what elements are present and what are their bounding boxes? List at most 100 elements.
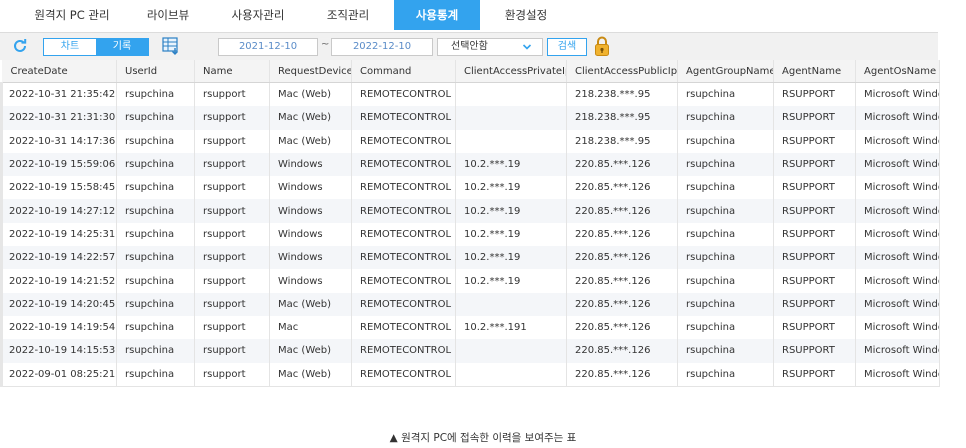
table-cell: REMOTECONTROL bbox=[351, 106, 456, 130]
table-cell: rsupchina bbox=[116, 82, 195, 107]
table-cell: rsupchina bbox=[677, 199, 774, 223]
lock-icon bbox=[595, 36, 609, 56]
view-toggle: 차트 기록 bbox=[43, 38, 149, 56]
table-cell: 220.85.***.126 bbox=[566, 199, 678, 223]
table-cell: REMOTECONTROL bbox=[351, 199, 456, 223]
table-row[interactable]: 2022-10-19 14:21:52 rsupchina rsupport Wind… bbox=[0, 269, 940, 293]
table-cell: rsupchina bbox=[116, 129, 195, 153]
table-cell: Windows bbox=[269, 152, 352, 177]
table-cell: rsupport bbox=[194, 106, 270, 130]
filter-select-value: 선택안함 bbox=[451, 41, 488, 52]
table-cell: REMOTECONTROL bbox=[351, 362, 456, 387]
table-row[interactable]: 2022-10-19 14:27:12 rsupchina rsupport Wind… bbox=[0, 199, 940, 223]
table-cell: RSUPPORT bbox=[773, 129, 856, 153]
table-row[interactable]: 2022-10-19 15:58:45 rsupchina rsupport Wind… bbox=[0, 176, 940, 200]
table-row[interactable]: 2022-10-19 14:15:53 rsupchina rsupport Mac … bbox=[0, 339, 940, 363]
table-cell: RSUPPORT bbox=[773, 315, 856, 340]
table-cell: 2022-10-19 14:15:53 bbox=[0, 339, 117, 363]
column-header[interactable]: AgentName bbox=[773, 60, 856, 83]
history-table: CreateDate UserId Name RequestDevice Com… bbox=[0, 60, 940, 387]
table-cell: Windows bbox=[269, 269, 352, 293]
table-cell: rsupchina bbox=[677, 315, 774, 340]
table-cell: rsupchina bbox=[116, 106, 195, 130]
tab-organization[interactable]: 조직관리 bbox=[308, 0, 388, 30]
table-cell: 220.85.***.126 bbox=[566, 152, 678, 177]
table-cell: 2022-10-19 15:59:06 bbox=[0, 152, 117, 177]
table-cell bbox=[455, 129, 567, 153]
table-row[interactable]: 2022-10-19 15:59:06 rsupchina rsupport Wind… bbox=[0, 152, 940, 177]
chart-toggle-button[interactable]: 차트 bbox=[44, 39, 96, 55]
tab-users[interactable]: 사용자관리 bbox=[218, 0, 298, 30]
date-to-input[interactable]: 2022-12-10 bbox=[331, 38, 433, 56]
export-button[interactable] bbox=[160, 36, 182, 56]
date-from-input[interactable]: 2021-12-10 bbox=[218, 38, 318, 56]
table-cell bbox=[455, 339, 567, 363]
search-button[interactable]: 검색 bbox=[547, 38, 587, 56]
table-cell: rsupport bbox=[194, 246, 270, 270]
table-cell: 10.2.***.19 bbox=[455, 269, 567, 293]
table-cell: REMOTECONTROL bbox=[351, 222, 456, 247]
table-row[interactable]: 2022-10-31 14:17:36 rsupchina rsupport Mac … bbox=[0, 129, 940, 153]
table-row[interactable]: 2022-10-19 14:22:57 rsupchina rsupport Wind… bbox=[0, 246, 940, 270]
table-row[interactable]: 2022-10-31 21:35:42 rsupchina rsupport Mac … bbox=[0, 82, 940, 107]
tab-remote-pc[interactable]: 원격지 PC 관리 bbox=[28, 0, 116, 30]
table-cell: rsupport bbox=[194, 82, 270, 107]
column-header[interactable]: ClientAccessPublicIp bbox=[566, 60, 678, 83]
tab-usage-stats[interactable]: 사용통계 bbox=[394, 0, 480, 30]
column-header[interactable]: CreateDate bbox=[1, 60, 117, 83]
table-cell: rsupport bbox=[194, 362, 270, 387]
filter-select[interactable]: 선택안함 bbox=[437, 38, 543, 56]
table-cell: 218.238.***.95 bbox=[566, 82, 678, 107]
table-cell: Mac (Web) bbox=[269, 362, 352, 387]
table-cell: Microsoft Windo bbox=[855, 152, 940, 177]
history-toggle-button[interactable]: 기록 bbox=[96, 39, 148, 55]
table-cell: Windows bbox=[269, 222, 352, 247]
table-cell bbox=[455, 106, 567, 130]
table-cell: RSUPPORT bbox=[773, 362, 856, 387]
table-row[interactable]: 2022-10-19 14:20:45 rsupchina rsupport Mac … bbox=[0, 292, 940, 316]
table-cell: 2022-10-19 14:25:31 bbox=[0, 222, 117, 247]
table-row[interactable]: 2022-10-19 14:25:31 rsupchina rsupport Wind… bbox=[0, 222, 940, 247]
top-nav: 원격지 PC 관리 라이브뷰 사용자관리 조직관리 사용통계 환경설정 bbox=[0, 0, 966, 30]
table-cell: RSUPPORT bbox=[773, 106, 856, 130]
table-cell: rsupchina bbox=[116, 246, 195, 270]
table-cell: Windows bbox=[269, 246, 352, 270]
table-cell: 2022-10-31 21:31:30 bbox=[0, 106, 117, 130]
table-cell: Microsoft Windo bbox=[855, 199, 940, 223]
table-row[interactable]: 2022-10-31 21:31:30 rsupchina rsupport Mac … bbox=[0, 106, 940, 130]
table-cell: Windows bbox=[269, 199, 352, 223]
column-header[interactable]: UserId bbox=[116, 60, 195, 83]
table-cell: 2022-10-19 15:58:45 bbox=[0, 176, 117, 200]
table-cell: 2022-10-19 14:19:54 bbox=[0, 315, 117, 340]
table-cell: rsupchina bbox=[116, 222, 195, 247]
table-cell: 218.238.***.95 bbox=[566, 129, 678, 153]
table-cell: rsupport bbox=[194, 339, 270, 363]
table-cell: Microsoft Windo bbox=[855, 176, 940, 200]
table-cell: Microsoft Windo bbox=[855, 222, 940, 247]
table-cell: REMOTECONTROL bbox=[351, 82, 456, 107]
table-cell: rsupchina bbox=[677, 362, 774, 387]
tab-liveview[interactable]: 라이브뷰 bbox=[128, 0, 208, 30]
column-header[interactable]: RequestDevice bbox=[269, 60, 352, 83]
refresh-button[interactable] bbox=[10, 36, 30, 56]
table-cell: rsupchina bbox=[116, 292, 195, 316]
table-cell: RSUPPORT bbox=[773, 339, 856, 363]
table-cell: rsupport bbox=[194, 269, 270, 293]
column-header[interactable]: Name bbox=[194, 60, 270, 83]
table-cell: RSUPPORT bbox=[773, 82, 856, 107]
table-cell: 10.2.***.19 bbox=[455, 152, 567, 177]
table-cell: 220.85.***.126 bbox=[566, 315, 678, 340]
table-row[interactable]: 2022-10-19 14:19:54 rsupchina rsupport Mac R… bbox=[0, 315, 940, 340]
table-cell: REMOTECONTROL bbox=[351, 176, 456, 200]
column-header[interactable]: Command bbox=[351, 60, 456, 83]
tab-settings[interactable]: 환경설정 bbox=[486, 0, 566, 30]
column-header[interactable]: ClientAccessPrivateIp bbox=[455, 60, 567, 83]
lock-button[interactable] bbox=[594, 35, 610, 57]
table-cell: 2022-10-31 14:17:36 bbox=[0, 129, 117, 153]
column-header[interactable]: AgentGroupName bbox=[677, 60, 774, 83]
column-header[interactable]: AgentOsName bbox=[855, 60, 940, 83]
table-cell: REMOTECONTROL bbox=[351, 246, 456, 270]
table-cell: 2022-10-19 14:27:12 bbox=[0, 199, 117, 223]
table-row[interactable]: 2022-09-01 08:25:21 rsupchina rsupport Mac … bbox=[0, 362, 940, 387]
table-cell: 218.238.***.95 bbox=[566, 106, 678, 130]
